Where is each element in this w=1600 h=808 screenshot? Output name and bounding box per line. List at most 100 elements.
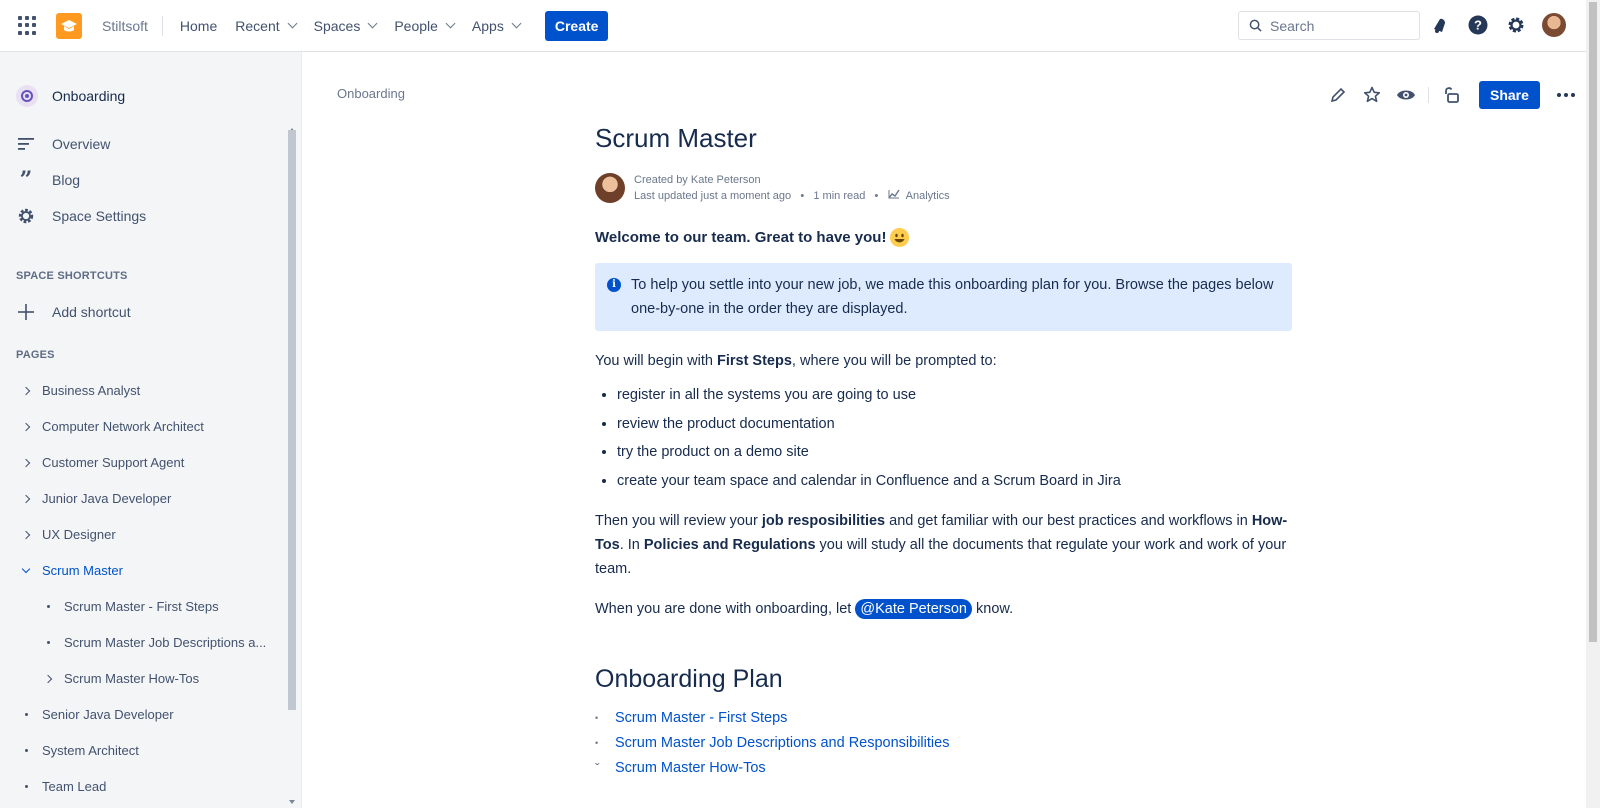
quote-icon: ” [19, 167, 33, 193]
avatar [1542, 13, 1566, 37]
sidebar-page-item[interactable]: Senior Java Developer [18, 707, 174, 722]
space-header[interactable]: Onboarding [16, 85, 125, 107]
sidebar-page-item[interactable]: UX Designer [18, 527, 116, 542]
sidebar-page-label: Computer Network Architect [42, 419, 204, 434]
sidebar-page-label: Scrum Master [42, 563, 123, 578]
meta-line: Last updated just a moment ago • 1 min r… [634, 188, 950, 204]
top-right-icons: ? [1428, 13, 1566, 37]
analytics-link[interactable]: Analytics [888, 189, 950, 202]
author-avatar[interactable] [595, 173, 625, 203]
chevron-right-icon[interactable] [18, 530, 34, 539]
chevron-right-icon[interactable] [18, 458, 34, 467]
site-logo[interactable] [56, 12, 82, 39]
intro-text: , where you will be prompted to: [791, 353, 997, 369]
paragraph-text: When you are done with onboarding, let [595, 601, 856, 617]
page-meta: Created by Kate Peterson Last updated ju… [634, 172, 950, 204]
nav-apps[interactable]: Apps [463, 10, 529, 42]
more-actions-icon[interactable] [1554, 83, 1578, 107]
plan-item-how-tos[interactable]: ˇ Scrum Master How-Tos [595, 756, 1295, 781]
site-name[interactable]: Stiltsoft [102, 15, 163, 36]
smiley-emoji-icon [890, 228, 910, 247]
expand-marker[interactable]: ˇ [595, 756, 615, 781]
chevron-right-icon[interactable] [40, 674, 56, 683]
sidebar-item-overview[interactable]: Overview [16, 134, 110, 154]
separator: • [868, 190, 885, 202]
nav-home[interactable]: Home [171, 10, 226, 42]
create-button[interactable]: Create [544, 10, 609, 41]
list-item: create your team space and calendar in C… [617, 467, 1295, 496]
share-button[interactable]: Share [1479, 81, 1540, 109]
edit-icon[interactable] [1326, 83, 1350, 107]
last-updated[interactable]: Last updated just a moment ago [634, 190, 791, 202]
chevron-down-icon [287, 18, 298, 29]
page-content: Scrum Master Created by Kate Peterson La… [595, 120, 1295, 781]
unlock-icon[interactable] [1439, 83, 1463, 107]
sidebar-page-item[interactable]: Scrum Master Job Descriptions a... [40, 635, 266, 650]
breadcrumb[interactable]: Onboarding [337, 86, 405, 101]
plan-item-first-steps[interactable]: • Scrum Master - First Steps [595, 706, 1295, 731]
sidebar-scrollbar[interactable] [288, 130, 296, 710]
onboarding-plan-heading: Onboarding Plan [595, 665, 783, 693]
welcome-heading: Welcome to our team. Great to have you! [595, 228, 1295, 247]
chevron-down-icon [445, 18, 456, 29]
page-title: Scrum Master [595, 123, 757, 153]
search-placeholder: Search [1270, 17, 1315, 34]
main-scrollbar[interactable] [1586, 0, 1600, 808]
user-mention[interactable]: @Kate Peterson [855, 599, 972, 619]
user-avatar[interactable] [1542, 13, 1566, 37]
sidebar-page-item[interactable]: Team Lead [18, 779, 106, 794]
watch-eye-icon[interactable] [1394, 83, 1418, 107]
nav-people[interactable]: People [385, 10, 463, 42]
plan-item-link[interactable]: Scrum Master Job Descriptions and Respon… [615, 731, 949, 756]
plan-item-link[interactable]: Scrum Master How-Tos [615, 756, 766, 781]
sidebar-page-item[interactable]: Business Analyst [18, 383, 140, 398]
scrollbar-thumb[interactable] [1589, 2, 1597, 642]
search-input[interactable]: Search [1238, 11, 1420, 40]
bullet-icon [18, 749, 34, 752]
info-panel-text: To help you settle into your new job, we… [631, 277, 1274, 317]
created-by: Created by Kate Peterson [634, 174, 761, 186]
star-icon[interactable] [1360, 83, 1384, 107]
sidebar-page-label: Customer Support Agent [42, 455, 185, 470]
chevron-right-icon[interactable] [18, 386, 34, 395]
sidebar-page-item[interactable]: System Architect [18, 743, 139, 758]
add-shortcut-button[interactable]: Add shortcut [16, 302, 131, 322]
nav-spaces-label: Spaces [313, 17, 361, 34]
notifications-icon[interactable] [1428, 13, 1452, 37]
bullet-icon [18, 785, 34, 788]
bullet-marker: • [595, 738, 599, 748]
gear-icon [16, 206, 36, 226]
app-switcher-icon[interactable] [18, 15, 38, 36]
chevron-right-icon[interactable] [18, 494, 34, 503]
chevron-down-icon [367, 18, 378, 29]
list-item: review the product documentation [617, 410, 1295, 439]
graduation-cap-icon [61, 19, 77, 31]
chevron-right-icon[interactable] [18, 422, 34, 431]
sidebar-page-item[interactable]: Scrum Master [18, 563, 123, 578]
onboarding-plan-list: • Scrum Master - First Steps • Scrum Maste… [595, 706, 1295, 781]
sidebar-scroll-down[interactable] [289, 800, 295, 804]
sidebar-page-item[interactable]: Scrum Master - First Steps [40, 599, 219, 614]
list-item: try the product on a demo site [617, 438, 1295, 467]
sidebar-page-item[interactable]: Customer Support Agent [18, 455, 184, 470]
read-time: 1 min read [813, 190, 866, 202]
plan-item-link[interactable]: Scrum Master - First Steps [615, 706, 787, 731]
sidebar-page-label: System Architect [42, 743, 139, 758]
bullet-marker: • [595, 713, 599, 723]
chevron-down-icon[interactable] [18, 564, 34, 573]
plan-item-job-descriptions[interactable]: • Scrum Master Job Descriptions and Respo… [595, 731, 1295, 756]
help-icon[interactable]: ? [1466, 13, 1490, 37]
sidebar-item-blog[interactable]: ” Blog [16, 167, 80, 193]
sidebar-page-label: Scrum Master - First Steps [64, 599, 219, 614]
sidebar-item-space-settings[interactable]: Space Settings [16, 206, 146, 226]
settings-icon[interactable] [1504, 13, 1528, 37]
sidebar-page-label: UX Designer [42, 527, 116, 542]
sidebar-page-item[interactable]: Scrum Master How-Tos [40, 671, 199, 686]
paragraph-text: know. [972, 601, 1014, 617]
bullet-icon [40, 641, 56, 644]
nav-recent[interactable]: Recent [226, 10, 304, 42]
paragraph-bold: job resposibilities [761, 513, 886, 529]
nav-spaces[interactable]: Spaces [305, 10, 386, 42]
sidebar-page-item[interactable]: Computer Network Architect [18, 419, 204, 434]
sidebar-page-item[interactable]: Junior Java Developer [18, 491, 171, 506]
